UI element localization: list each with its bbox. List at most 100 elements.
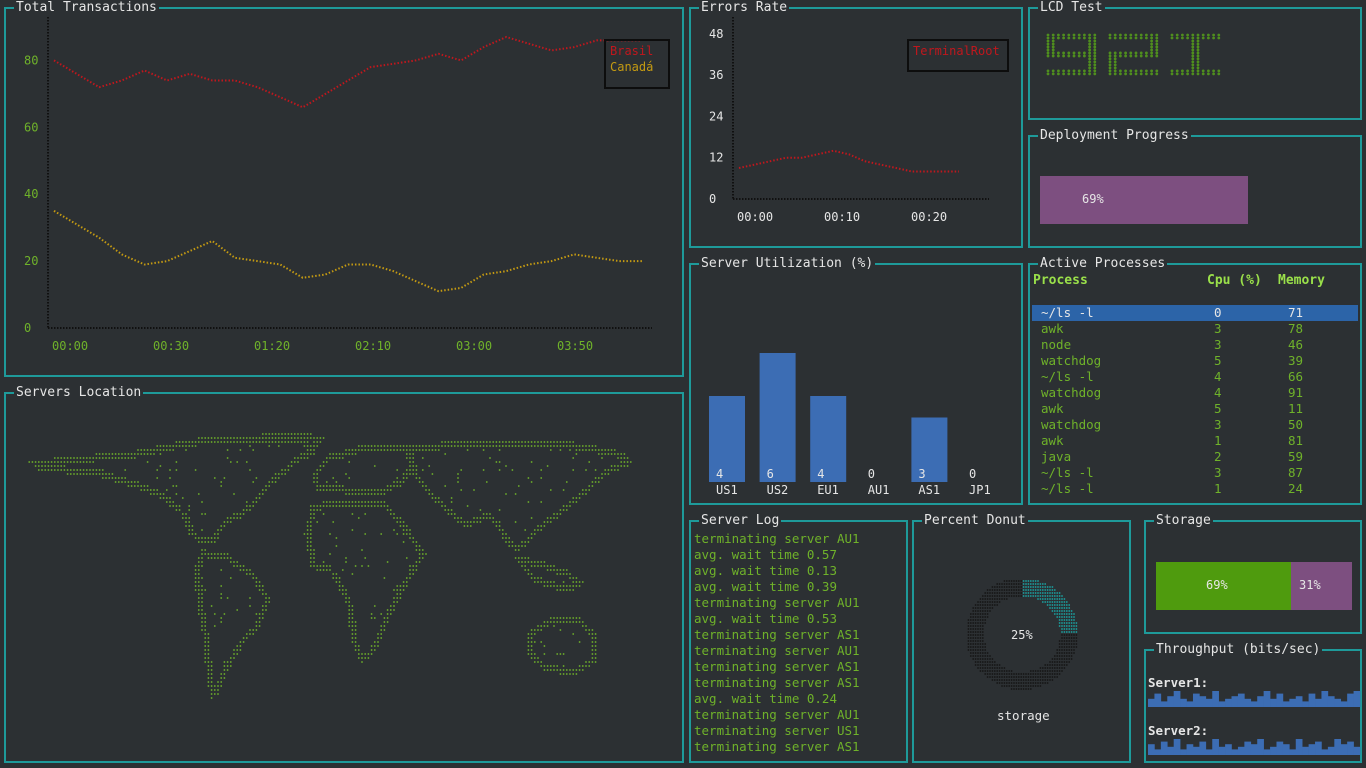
- progress-track: 69%: [1040, 176, 1344, 224]
- process-row[interactable]: ~/ls -l 4 66: [1032, 369, 1358, 385]
- storage-used-label: 69%: [1206, 578, 1228, 592]
- world-map: [28, 433, 632, 699]
- log-list[interactable]: terminating server AU1 avg. wait time 0.5…: [694, 531, 860, 755]
- donut-caption: storage: [997, 708, 1050, 723]
- log-line: terminating server US1: [694, 723, 860, 738]
- column-header-memory[interactable]: Memory: [1278, 273, 1325, 288]
- y-tick-label: 0: [24, 321, 31, 335]
- process-name: ~/ls -l: [1041, 481, 1094, 496]
- log-line: avg. wait time 0.39: [694, 579, 837, 594]
- bar-as1: [911, 417, 948, 482]
- server-utilization-chart: 4 US1 6 US2 4 EU1 0 AU1 3 AS1 0 JP1: [709, 353, 991, 497]
- process-cpu: 0: [1214, 305, 1222, 320]
- process-cpu: 2: [1214, 449, 1222, 464]
- total-transactions-chart: 0 20 40 60 80 00:00 00:30 01:20 02:10 03:00 03:50: [24, 17, 652, 353]
- percent-donut-panel: Percent Donut 25% storage: [912, 513, 1131, 763]
- bar-value-label: 6: [767, 467, 774, 481]
- log-line: terminating server AU1: [694, 531, 860, 546]
- log-line: terminating server AU1: [694, 643, 860, 658]
- servers-location-panel: Servers Location: [4, 385, 684, 763]
- process-row[interactable]: ~/ls -l 0 71: [1032, 305, 1358, 321]
- progress-fill: [1040, 176, 1249, 224]
- process-name: watchdog: [1041, 353, 1102, 368]
- bar-value-label: 0: [969, 467, 976, 481]
- bar-us2: [759, 353, 796, 482]
- y-tick-label: 12: [709, 151, 723, 165]
- process-row[interactable]: awk 1 81: [1032, 433, 1358, 449]
- log-line: terminating server AS1: [694, 675, 860, 690]
- legend-item-terminalroot: TerminalRoot: [913, 44, 1000, 58]
- total-transactions-panel: Total Transactions 0 20 40 60 80 00:00 00:30 01…: [4, 0, 684, 377]
- x-tick-label: 00:00: [737, 210, 773, 224]
- server-utilization-panel: Server Utilization (%) 4 US1 6 US2 4 EU1 0 AU1 3…: [689, 256, 1023, 505]
- process-row[interactable]: node 3 46: [1032, 337, 1358, 353]
- log-line: terminating server AS1: [694, 659, 860, 674]
- process-row[interactable]: awk 3 78: [1032, 321, 1358, 337]
- world-map-dots: [28, 433, 632, 699]
- process-memory: 91: [1288, 385, 1304, 400]
- throughput-server2-label: Server2:: [1148, 723, 1209, 738]
- process-row[interactable]: java 2 59: [1032, 449, 1358, 465]
- legend-item-brasil: Brasil: [610, 44, 654, 58]
- storage-free-label: 31%: [1299, 578, 1321, 592]
- bar-us1: [709, 396, 745, 482]
- storage-bar: 69% 31%: [1156, 562, 1352, 610]
- progress-label: 69%: [1082, 192, 1104, 206]
- bar-category-label: US2: [767, 483, 789, 497]
- throughput-server1-sparkline: [1148, 691, 1361, 755]
- process-cpu: 4: [1214, 369, 1222, 384]
- process-row[interactable]: awk 5 11: [1032, 401, 1358, 417]
- process-memory: 24: [1288, 481, 1304, 496]
- log-line: terminating server AS1: [694, 739, 860, 754]
- column-header-cpu[interactable]: Cpu (%): [1207, 273, 1262, 288]
- server-log-panel: Server Log terminating server AU1 avg. wa…: [689, 513, 908, 763]
- throughput-panel: Throughput (bits/sec) Server1: Server2:: [1144, 642, 1362, 763]
- chart-legend: TerminalRoot: [907, 39, 1009, 72]
- process-cpu: 3: [1214, 417, 1222, 432]
- process-memory: 87: [1288, 465, 1304, 480]
- process-cpu: 5: [1214, 401, 1222, 416]
- errors-rate-panel: Errors Rate 0 12 24 36 48 00:00 00:10 00:20 Ter…: [689, 0, 1023, 248]
- process-memory: 78: [1288, 321, 1304, 336]
- y-tick-label: 48: [709, 27, 723, 41]
- process-name: ~/ls -l: [1041, 369, 1094, 384]
- process-row[interactable]: watchdog 4 91: [1032, 385, 1358, 401]
- x-tick-label: 03:00: [456, 339, 492, 353]
- y-tick-label: 20: [24, 254, 38, 268]
- process-memory: 46: [1288, 337, 1304, 352]
- y-tick-label: 80: [24, 53, 38, 67]
- process-row[interactable]: ~/ls -l 1 24: [1032, 481, 1358, 497]
- column-header-process[interactable]: Process: [1033, 273, 1088, 288]
- process-row[interactable]: ~/ls -l 3 87: [1032, 465, 1358, 481]
- panel-title: Active Processes: [1038, 256, 1168, 272]
- storage-panel: Storage 69% 31%: [1144, 513, 1362, 634]
- panel-title: Server Log: [699, 513, 782, 529]
- bar-eu1: [810, 396, 847, 482]
- process-memory: 66: [1288, 369, 1304, 384]
- y-tick-label: 24: [709, 109, 723, 123]
- process-row[interactable]: watchdog 3 50: [1032, 417, 1358, 433]
- bar-category-label: AS1: [918, 483, 940, 497]
- process-row[interactable]: watchdog 5 39: [1032, 353, 1358, 369]
- bar-value-label: 4: [817, 467, 824, 481]
- bar-category-label: US1: [716, 483, 738, 497]
- process-name: awk: [1041, 321, 1064, 336]
- process-memory: 50: [1288, 417, 1304, 432]
- series-line-canadá: [53, 210, 642, 293]
- process-cpu: 3: [1214, 465, 1222, 480]
- series-line-brasil: [53, 35, 642, 109]
- process-name: ~/ls -l: [1041, 465, 1094, 480]
- process-cpu: 4: [1214, 385, 1222, 400]
- series-line-terminalroot: [738, 149, 959, 173]
- process-name: watchdog: [1041, 385, 1102, 400]
- legend-item-canada: Canadá: [610, 60, 654, 74]
- log-line: avg. wait time 0.53: [694, 611, 837, 626]
- process-memory: 81: [1288, 433, 1304, 448]
- process-name: ~/ls -l: [1041, 305, 1094, 320]
- process-cpu: 1: [1214, 481, 1222, 496]
- sparkline-1: [1148, 691, 1361, 707]
- bar-value-label: 3: [918, 467, 925, 481]
- process-cpu: 3: [1214, 321, 1222, 336]
- y-tick-label: 0: [709, 192, 716, 206]
- x-tick-label: 00:10: [824, 210, 860, 224]
